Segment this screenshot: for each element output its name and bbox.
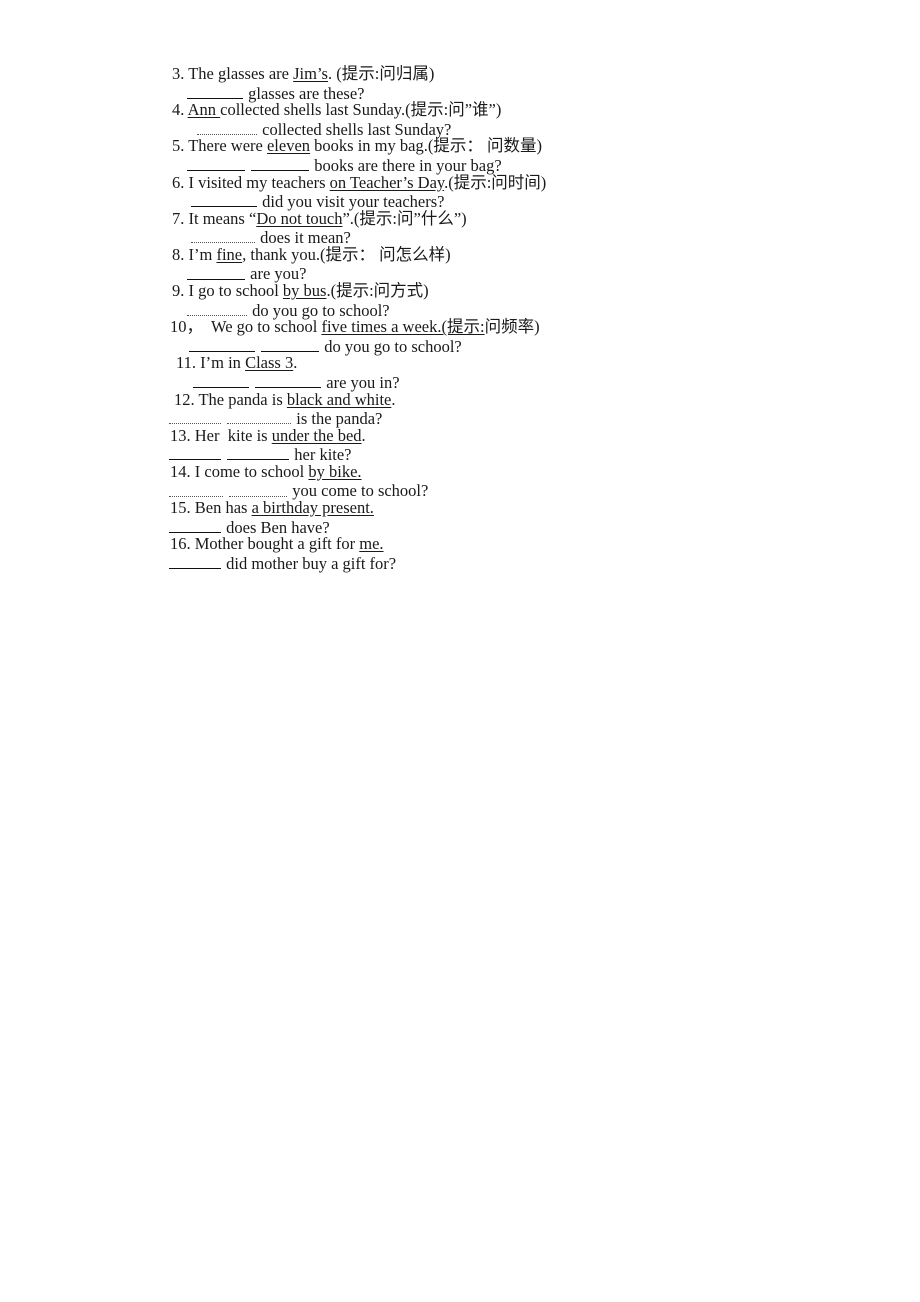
underlined-answer-phrase: black and white bbox=[286, 389, 392, 409]
underlined-answer-phrase: Class 3 bbox=[245, 353, 294, 373]
underlined-answer-phrase: by bus bbox=[282, 281, 327, 301]
question-text: Ben has bbox=[190, 498, 252, 518]
question-line: 9. I go to school by bus.(提示:问方式) bbox=[172, 281, 788, 301]
question-number: 9. bbox=[172, 281, 185, 301]
question-line: 3. The glasses are Jim’s. (提示:问归属) bbox=[172, 64, 788, 83]
answer-blank[interactable] bbox=[187, 155, 245, 172]
answer-blank[interactable] bbox=[169, 553, 221, 569]
question-line: 5. There were eleven books in my bag.(提示… bbox=[172, 138, 788, 155]
underlined-answer-phrase: under the bed bbox=[271, 425, 362, 445]
question-hint: ”.(提示:问”什么”) bbox=[342, 208, 467, 228]
question-line: 4. Ann collected shells last Sunday.(提示:… bbox=[172, 100, 788, 120]
question-line: 16. Mother bought a gift for me. bbox=[170, 534, 788, 554]
underlined-answer-phrase: five times a week.(提示: bbox=[321, 317, 485, 337]
question-line: 11. I’m in Class 3. bbox=[176, 355, 788, 372]
question-number: 8. bbox=[172, 244, 185, 264]
question-hint: . bbox=[361, 425, 366, 445]
question-line: 6. I visited my teachers on Teacher’s Da… bbox=[172, 172, 788, 192]
answer-blank[interactable] bbox=[169, 480, 223, 497]
answer-blank[interactable] bbox=[189, 336, 255, 352]
underlined-answer-phrase: on Teacher’s Day bbox=[329, 172, 445, 192]
question-text: The glasses are bbox=[184, 64, 294, 83]
answer-line: did mother buy a gift for? bbox=[168, 553, 788, 573]
underlined-answer-phrase: Jim’s bbox=[293, 64, 328, 83]
question-line: 8. I’m fine, thank you.(提示： 问怎么样) bbox=[172, 244, 788, 264]
question-hint: . bbox=[391, 389, 396, 409]
question-line: 15. Ben has a birthday present. bbox=[170, 498, 788, 518]
question-text: I come to school bbox=[190, 461, 309, 481]
answer-blank[interactable] bbox=[261, 336, 320, 352]
question-hint: books in my bag.(提示： 问数量) bbox=[310, 136, 542, 156]
question-hint: collected shells last Sunday.(提示:问”谁”) bbox=[220, 100, 502, 120]
question-number: 11. bbox=[176, 353, 197, 373]
answer-blank[interactable] bbox=[255, 372, 322, 389]
answer-blank[interactable] bbox=[169, 444, 221, 461]
answer-blank[interactable] bbox=[191, 227, 255, 244]
answer-blank[interactable] bbox=[169, 408, 221, 425]
answer-blank[interactable] bbox=[227, 408, 292, 425]
question-number: 6. bbox=[172, 172, 185, 192]
question-text: We go to school bbox=[203, 317, 322, 337]
question-number: 7. bbox=[172, 208, 185, 228]
question-number: 5. bbox=[172, 136, 185, 156]
answer-blank[interactable] bbox=[187, 300, 247, 316]
answer-blank[interactable] bbox=[187, 263, 245, 280]
question-line: 14. I come to school by bike. bbox=[170, 461, 788, 481]
question-text: I’m bbox=[184, 244, 217, 264]
question-number: 15. bbox=[170, 498, 191, 518]
underlined-answer-phrase: me. bbox=[359, 534, 384, 554]
underlined-answer-phrase: Do not touch bbox=[256, 208, 343, 228]
question-text: It means “ bbox=[184, 208, 257, 228]
question-text: The panda is bbox=[194, 389, 287, 409]
question-text: I visited my teachers bbox=[184, 172, 330, 192]
question-hint: . bbox=[293, 353, 298, 373]
worksheet-body: 3. The glasses are Jim’s. (提示:问归属) glass… bbox=[168, 64, 788, 573]
question-hint: .(提示:问时间) bbox=[444, 172, 547, 192]
question-text: There were bbox=[184, 136, 267, 156]
question-hint: .(提示:问方式) bbox=[326, 281, 429, 301]
question-number: 4. bbox=[172, 100, 185, 120]
answer-blank[interactable] bbox=[227, 444, 290, 461]
question-hint: . (提示:问归属) bbox=[327, 64, 435, 83]
answer-text: do you go to school? bbox=[320, 336, 462, 356]
answer-text: did mother buy a gift for? bbox=[222, 553, 397, 573]
answer-blank[interactable] bbox=[169, 517, 221, 533]
question-text: I go to school bbox=[184, 281, 283, 301]
answer-blank[interactable] bbox=[229, 480, 288, 497]
question-hint: 问频率) bbox=[484, 317, 540, 337]
underlined-answer-phrase: fine bbox=[216, 244, 243, 264]
document-page: 3. The glasses are Jim’s. (提示:问归属) glass… bbox=[0, 0, 920, 1302]
question-line: 13. Her kite is under the bed. bbox=[170, 425, 788, 445]
answer-blank[interactable] bbox=[251, 155, 310, 172]
question-hint: , thank you.(提示： 问怎么样) bbox=[242, 244, 451, 264]
question-number: 12. bbox=[174, 389, 195, 409]
question-number: 3. bbox=[172, 64, 185, 83]
answer-blank[interactable] bbox=[191, 191, 257, 208]
question-text: Her kite is bbox=[190, 425, 272, 445]
question-line: 7. It means “Do not touch”.(提示:问”什么”) bbox=[172, 208, 788, 228]
question-number: 10， bbox=[170, 317, 203, 337]
question-line: 10， We go to school five times a week.(提… bbox=[170, 317, 788, 337]
question-number: 16. bbox=[170, 534, 191, 554]
underlined-answer-phrase: Ann bbox=[187, 100, 221, 120]
question-text: Mother bought a gift for bbox=[190, 534, 360, 554]
question-line: 12. The panda is black and white. bbox=[174, 389, 788, 409]
answer-blank[interactable] bbox=[193, 372, 249, 389]
underlined-answer-phrase: by bike. bbox=[308, 461, 362, 481]
underlined-answer-phrase: a birthday present. bbox=[251, 498, 374, 518]
underlined-answer-phrase: eleven bbox=[266, 136, 311, 156]
question-text: I’m in bbox=[196, 353, 246, 373]
question-number: 14. bbox=[170, 461, 191, 481]
question-number: 13. bbox=[170, 425, 191, 445]
answer-blank[interactable] bbox=[187, 83, 243, 99]
answer-blank[interactable] bbox=[197, 119, 257, 135]
